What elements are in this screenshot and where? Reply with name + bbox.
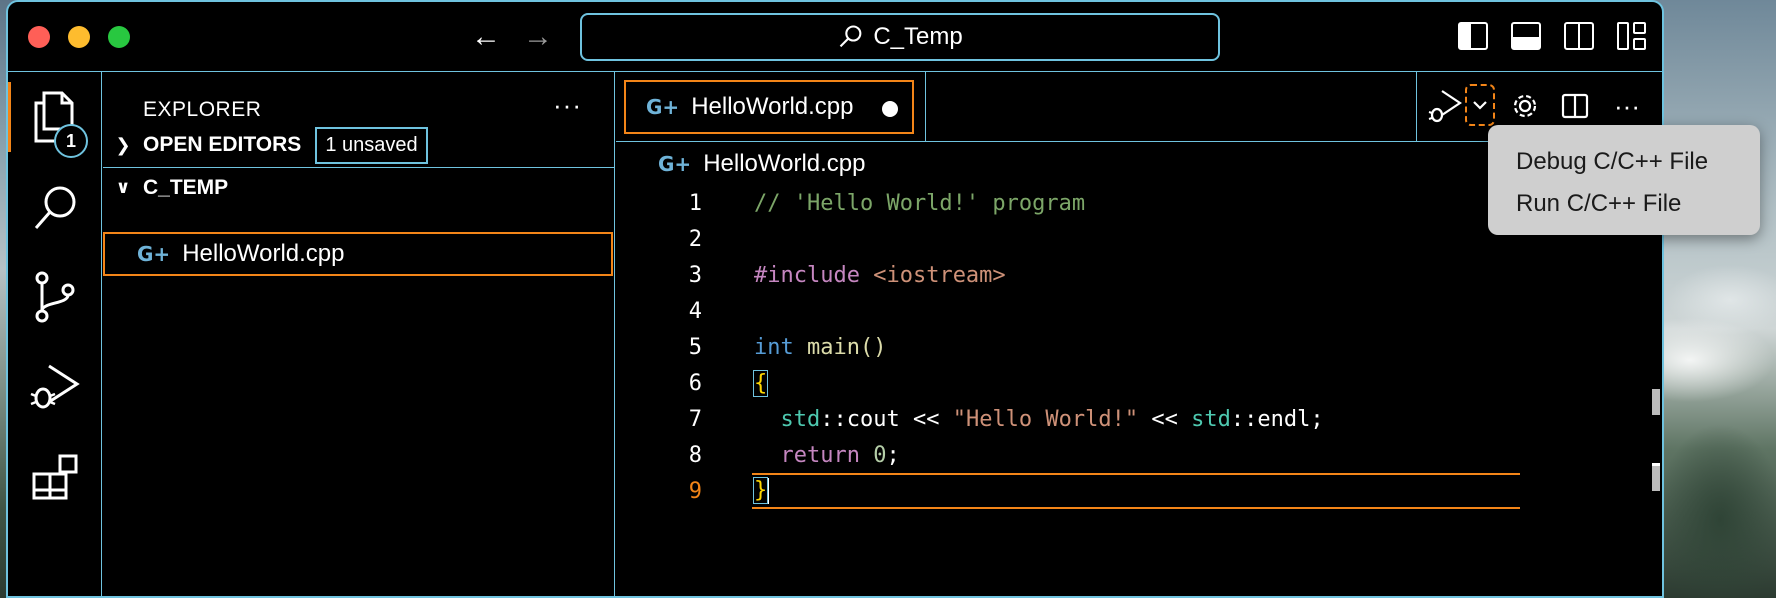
editor-more-actions-icon[interactable]: ··· — [1607, 86, 1647, 126]
chevron-right-icon: ❯ — [115, 134, 131, 155]
run-debug-file-icon[interactable] — [1427, 86, 1463, 126]
line-number: 3 — [688, 262, 702, 288]
command-center-search[interactable]: C_Temp — [580, 13, 1220, 61]
code-line: 4 — [616, 293, 1662, 329]
maximize-window-button[interactable] — [108, 26, 130, 48]
code-comment: // 'Hello World!' program — [754, 190, 1086, 216]
explorer-sidebar: EXPLORER ··· ❯ OPEN EDITORS 1 unsaved ∨ … — [103, 72, 615, 596]
vscode-window: ← → C_Temp 1 EXPLORER ··· ❯ OPEN EDITORS… — [6, 0, 1664, 598]
line-number: 2 — [688, 226, 702, 252]
minimize-window-button[interactable] — [68, 26, 90, 48]
code-function: main — [807, 334, 860, 360]
activity-extensions[interactable] — [8, 432, 102, 522]
activity-run-debug[interactable] — [8, 342, 102, 432]
cpp-file-icon: G+ — [137, 242, 171, 266]
folder-label: C_TEMP — [143, 175, 229, 199]
code-line: 6 { — [616, 365, 1662, 401]
file-name: HelloWorld.cpp — [182, 240, 345, 267]
split-editor-icon[interactable] — [1557, 86, 1593, 126]
title-bar: ← → C_Temp — [8, 2, 1662, 72]
line-number: 7 — [688, 406, 702, 432]
unsaved-badge: 1 unsaved — [315, 126, 428, 164]
code-parens: () — [859, 334, 887, 360]
explorer-title: EXPLORER — [143, 98, 262, 121]
tab-container: G+ HelloWorld.cpp — [616, 72, 926, 142]
toggle-secondary-sidebar-icon[interactable] — [1564, 22, 1594, 50]
line-number: 8 — [688, 442, 702, 468]
code-string: "Hello World!" — [952, 406, 1139, 432]
code-operator: << — [1138, 406, 1192, 432]
code-line: 9 } — [616, 473, 1662, 509]
chevron-down-icon: ∨ — [115, 177, 131, 197]
forward-arrow-icon[interactable]: → — [520, 20, 556, 54]
search-icon — [34, 186, 76, 229]
run-dropdown-menu: Debug C/C++ File Run C/C++ File — [1488, 125, 1760, 235]
source-control-icon — [35, 271, 75, 323]
breadcrumb-file: HelloWorld.cpp — [703, 150, 866, 177]
search-icon — [840, 25, 862, 48]
customize-layout-icon[interactable] — [1617, 22, 1647, 50]
menu-item-run-file[interactable]: Run C/C++ File — [1488, 183, 1760, 225]
code-line: 3 #include <iostream> — [616, 257, 1662, 293]
code-brace-close: } — [752, 477, 769, 504]
run-dropdown-chevron-icon[interactable] — [1465, 84, 1495, 126]
code-line: 8 return 0; — [616, 437, 1662, 473]
code-brace-open: { — [752, 369, 769, 397]
code-keyword: #include — [754, 262, 860, 288]
code-editor[interactable]: 1 // 'Hello World!' program 2 3 #include… — [616, 185, 1662, 596]
code-operator: ::cout << — [820, 406, 953, 432]
code-number: 0 — [873, 442, 887, 468]
open-editors-section[interactable]: ❯ OPEN EDITORS 1 unsaved — [103, 125, 614, 165]
gear-icon[interactable] — [1507, 86, 1543, 126]
close-window-button[interactable] — [28, 26, 50, 48]
line-number: 6 — [688, 370, 702, 396]
unsaved-dot-icon[interactable] — [882, 101, 898, 117]
activity-source-control[interactable] — [8, 252, 102, 342]
text-cursor — [767, 478, 770, 504]
explorer-more-actions-icon[interactable]: ··· — [553, 90, 582, 121]
explorer-badge: 1 — [54, 124, 88, 158]
line-number: 5 — [688, 334, 702, 360]
folder-section[interactable]: ∨ C_TEMP — [103, 167, 614, 207]
tab-helloworld[interactable]: G+ HelloWorld.cpp — [624, 80, 914, 134]
code-namespace: std — [1191, 406, 1231, 432]
code-include-path: <iostream> — [873, 262, 1006, 288]
toggle-panel-icon[interactable] — [1511, 22, 1541, 50]
cpp-file-icon: G+ — [646, 95, 680, 119]
toggle-primary-sidebar-icon[interactable] — [1458, 22, 1488, 50]
code-line: 5 int main() — [616, 329, 1662, 365]
code-type: int — [754, 334, 794, 360]
code-operator: ::endl; — [1230, 406, 1324, 432]
line-number: 9 — [688, 478, 702, 504]
code-keyword: return — [780, 442, 860, 468]
extensions-icon — [32, 454, 78, 500]
cpp-file-icon: G+ — [658, 152, 692, 176]
line-number: 4 — [688, 298, 702, 324]
back-arrow-icon[interactable]: ← — [468, 20, 504, 54]
file-item-helloworld[interactable]: G+ HelloWorld.cpp — [103, 232, 613, 276]
tab-label: HelloWorld.cpp — [691, 93, 854, 120]
scrollbar-thumb[interactable] — [1652, 389, 1660, 415]
code-namespace: std — [780, 406, 821, 432]
code-semicolon: ; — [886, 442, 900, 468]
search-text: C_Temp — [873, 23, 963, 50]
open-editors-label: OPEN EDITORS — [143, 133, 302, 156]
activity-explorer[interactable]: 1 — [8, 72, 102, 162]
code-line: 7 std::cout << "Hello World!" << std::en… — [616, 401, 1662, 437]
line-number: 1 — [688, 190, 702, 216]
activity-search[interactable] — [8, 162, 102, 252]
run-debug-icon — [30, 364, 80, 409]
menu-item-debug-file[interactable]: Debug C/C++ File — [1488, 141, 1760, 183]
activity-bar: 1 — [8, 72, 102, 596]
overview-ruler-marker[interactable] — [1652, 463, 1660, 491]
